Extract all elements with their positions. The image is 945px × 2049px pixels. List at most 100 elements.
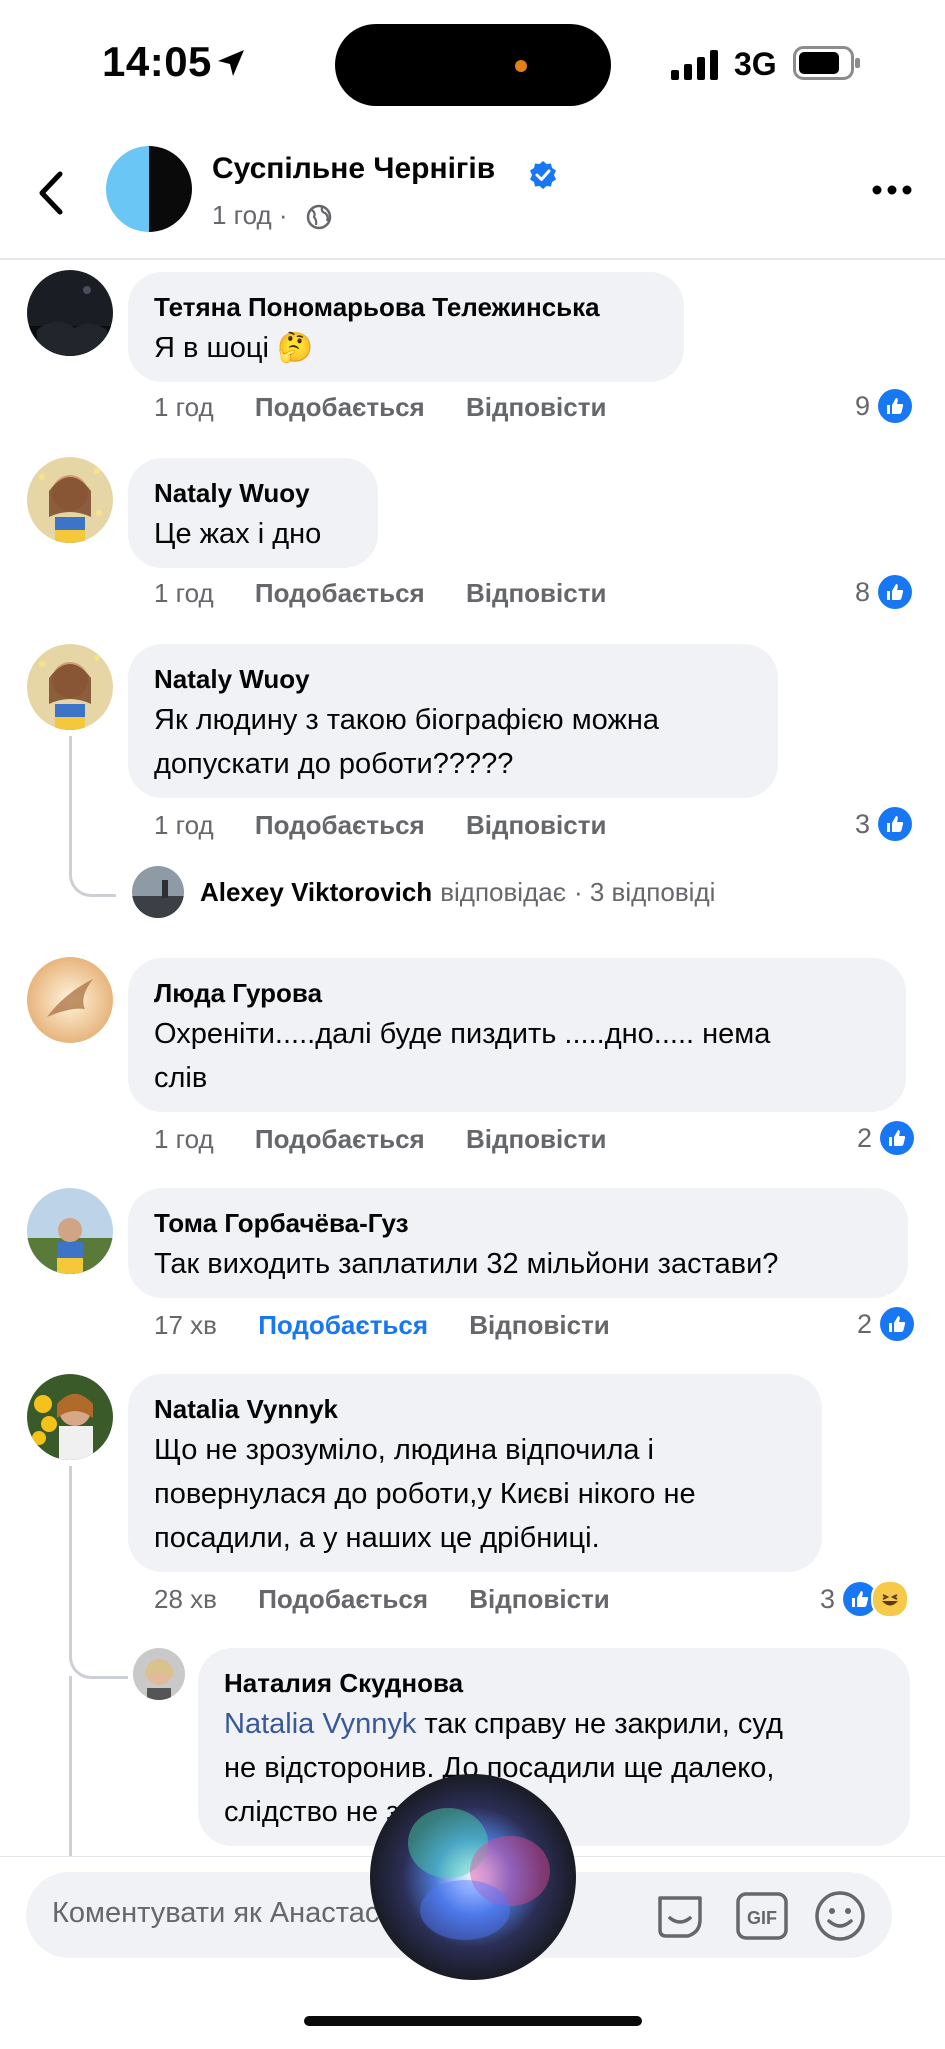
comment-text-line: повернулася до роботи,у Києві нікого не (154, 1478, 696, 1510)
comment-bubble[interactable]: Тома Горбачёва-Гуз Так виходить заплатил… (128, 1188, 908, 1298)
comment-time: 17 хв (154, 1310, 217, 1340)
post-time: 1 год (212, 200, 272, 230)
comment-text-line: Що не зрозуміло, людина відпочила і (154, 1434, 654, 1466)
post-header: Суспільне Чернігів 1 год · (0, 130, 945, 260)
gif-icon[interactable]: GIF (734, 1888, 790, 1944)
comment-actions: 1 год Подобається Відповісти (154, 392, 606, 423)
globe-icon (306, 204, 332, 230)
comment-bubble[interactable]: Natalia Vynnyk Що не зрозуміло, людина в… (128, 1374, 822, 1572)
commenter-name[interactable]: Тетяна Пономарьова Тележинська (154, 288, 658, 326)
avatar[interactable] (133, 1648, 185, 1700)
comment-time: 1 год (154, 1124, 214, 1154)
reply-button[interactable]: Відповісти (469, 1584, 609, 1615)
dynamic-island (335, 24, 611, 106)
avatar[interactable] (27, 1374, 113, 1460)
like-count: 2 (857, 1122, 873, 1153)
reply-button[interactable]: Відповісти (466, 810, 606, 841)
view-replies-link[interactable]: Alexey Viktorovich відповідає · 3 відпов… (132, 866, 715, 918)
like-button[interactable]: Подобається (255, 810, 425, 841)
like-reaction-icon (880, 1121, 915, 1155)
reply-button[interactable]: Відповісти (466, 578, 606, 609)
comment-text-fragment: так справу не закрили, суд (416, 1708, 783, 1740)
comment-actions: 1 год Подобається Відповісти (154, 1124, 606, 1155)
haha-reaction-icon (871, 1580, 910, 1618)
avatar[interactable] (27, 1188, 113, 1274)
reply-count: · 3 відповіді (573, 876, 716, 907)
reaction-count[interactable]: 8 (855, 575, 913, 609)
comment-text: Я в шоці 🤔 (154, 332, 314, 364)
like-button[interactable]: Подобається (255, 392, 425, 423)
like-reaction-icon (878, 389, 913, 423)
reaction-count[interactable]: 3 (820, 1580, 910, 1618)
reply-avatar (132, 866, 184, 918)
comment-text: Так виходить заплатили 32 мільйони заста… (154, 1248, 779, 1280)
comment-bubble[interactable]: Nataly Wuoy Як людину з такою біографією… (128, 644, 778, 798)
like-count: 2 (857, 1308, 873, 1339)
reply-button[interactable]: Відповісти (466, 1124, 606, 1155)
reply-thread-line (69, 1676, 72, 1856)
commenter-name[interactable]: Natalia Vynnyk (154, 1390, 796, 1428)
commenter-name[interactable]: Тома Горбачёва-Гуз (154, 1204, 882, 1242)
post-meta: 1 год · (212, 200, 288, 231)
commenter-name[interactable]: Люда Гурова (154, 974, 880, 1012)
recording-dot-icon (515, 60, 527, 72)
commenter-name[interactable]: Наталия Скуднова (224, 1664, 884, 1702)
back-chevron-icon[interactable] (36, 170, 66, 216)
avatar[interactable] (27, 957, 113, 1043)
comment-text-line: Як людину з такою біографією можна (154, 704, 660, 736)
like-reaction-icon (878, 807, 913, 841)
avatar[interactable] (27, 457, 113, 543)
like-button[interactable]: Подобається (255, 578, 425, 609)
comment-text-line: слів (154, 1062, 208, 1094)
sticker-icon[interactable] (652, 1888, 708, 1944)
comment-actions: 28 хв Подобається Відповісти (154, 1584, 610, 1615)
commenter-name[interactable]: Nataly Wuoy (154, 660, 752, 698)
more-options-icon[interactable] (872, 184, 912, 196)
reply-thread-curve (69, 1652, 128, 1679)
comment-text-line: Natalia Vynnyk так справу не закрили, су… (224, 1702, 884, 1746)
comment-bubble[interactable]: Тетяна Пономарьова Тележинська Я в шоці … (128, 272, 684, 382)
comment-actions: 1 год Подобається Відповісти (154, 810, 606, 841)
reply-verb: відповідає (440, 876, 566, 907)
like-button[interactable]: Подобається (255, 1124, 425, 1155)
reply-button[interactable]: Відповісти (469, 1310, 609, 1341)
home-indicator[interactable] (304, 2016, 642, 2026)
mention-link[interactable]: Natalia Vynnyk (224, 1708, 416, 1740)
comment-text-line: не відсторонив. До посадили ще далеко, (224, 1752, 775, 1784)
reaction-count[interactable]: 9 (855, 389, 913, 423)
verified-badge-icon (530, 161, 556, 189)
network-type: 3G (734, 46, 777, 82)
comment-bubble[interactable]: Люда Гурова Охреніти.....далі буде пизди… (128, 958, 906, 1112)
reaction-count[interactable]: 2 (857, 1307, 915, 1341)
like-count: 3 (855, 808, 871, 839)
like-count: 3 (820, 1583, 836, 1614)
like-reaction-icon (878, 575, 913, 609)
reaction-count[interactable]: 2 (857, 1121, 915, 1155)
comment-bubble[interactable]: Nataly Wuoy Це жах і дно (128, 458, 378, 568)
reply-button[interactable]: Відповісти (466, 392, 606, 423)
commenter-name[interactable]: Nataly Wuoy (154, 474, 352, 512)
comment-actions: 17 хв Подобається Відповісти (154, 1310, 610, 1341)
comment-time: 28 хв (154, 1584, 217, 1614)
comment-actions: 1 год Подобається Відповісти (154, 578, 606, 609)
page-avatar[interactable] (106, 146, 192, 232)
location-arrow-icon (218, 50, 244, 76)
like-button-active[interactable]: Подобається (258, 1310, 428, 1341)
svg-text:GIF: GIF (747, 1908, 777, 1928)
like-button[interactable]: Подобається (258, 1584, 428, 1615)
siri-glow (420, 1880, 510, 1940)
clock: 14:05 (102, 38, 212, 85)
reply-author: Alexey Viktorovich (200, 876, 433, 907)
emoji-icon[interactable] (812, 1888, 868, 1944)
avatar[interactable] (27, 270, 113, 356)
comment-time: 1 год (154, 392, 214, 422)
meta-separator: · (278, 200, 288, 230)
battery-icon (793, 46, 860, 80)
reply-thread-line (69, 1466, 72, 1652)
like-reaction-icon (880, 1307, 915, 1341)
like-count: 8 (855, 576, 871, 607)
avatar[interactable] (27, 644, 113, 730)
reaction-count[interactable]: 3 (855, 807, 913, 841)
reply-thread-line (69, 736, 72, 848)
page-title[interactable]: Суспільне Чернігів (212, 152, 495, 186)
